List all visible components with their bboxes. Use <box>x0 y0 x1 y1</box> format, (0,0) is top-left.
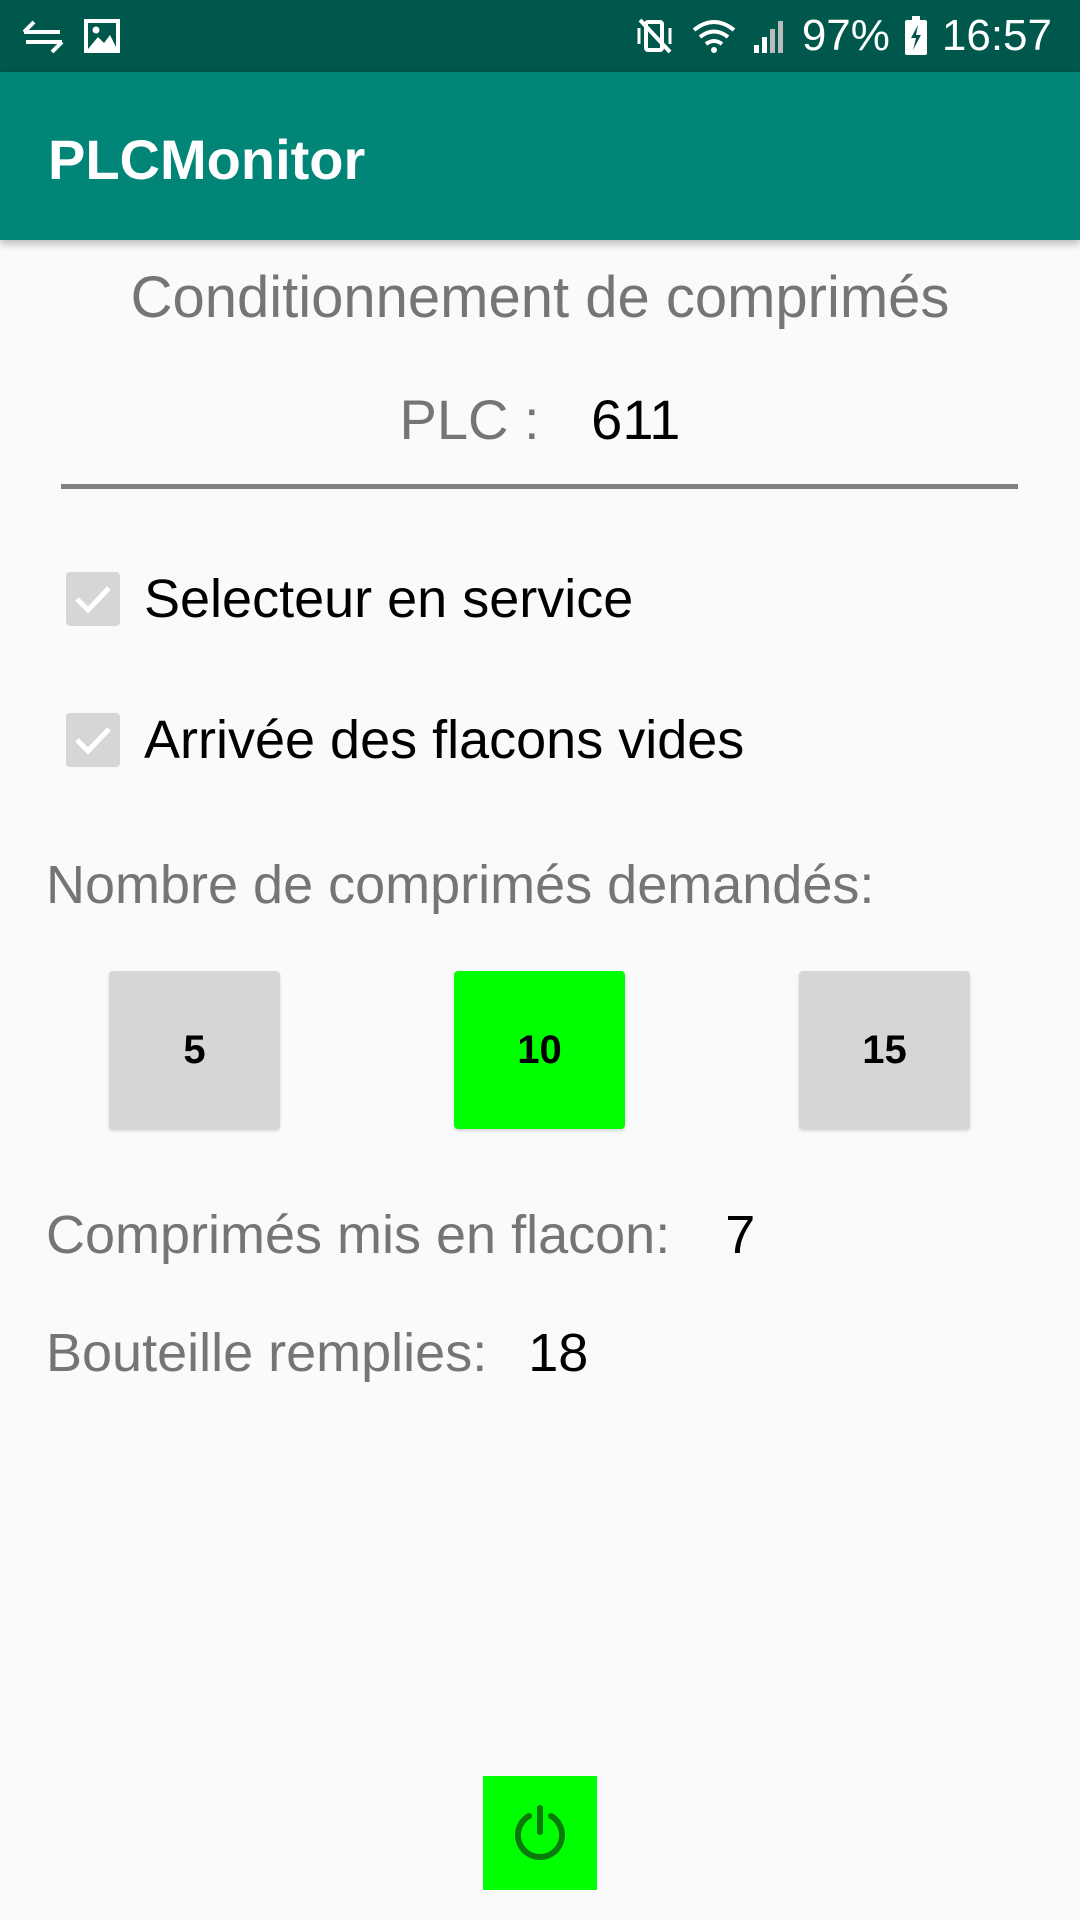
usb-transfer-icon <box>20 18 66 54</box>
image-icon <box>84 19 120 53</box>
divider <box>61 484 1018 489</box>
checkbox-selecteur[interactable] <box>66 572 120 626</box>
quantity-5-button[interactable]: 5 <box>109 971 280 1129</box>
plc-row: PLC : 611 <box>0 384 1080 456</box>
pills-filled-row: Comprimés mis en flacon: 7 <box>46 1200 755 1270</box>
bottles-filled-row: Bouteille remplies: 18 <box>46 1318 588 1388</box>
signal-icon <box>752 17 788 55</box>
bottles-filled-value: 18 <box>528 1323 589 1383</box>
battery-percent: 97% <box>801 11 890 60</box>
checkbox-selecteur-label: Selecteur en service <box>144 569 634 629</box>
vibrate-mute-icon <box>634 16 676 56</box>
checkbox-arrivee-label: Arrivée des flacons vides <box>144 710 745 770</box>
pills-filled-label: Comprimés mis en flacon: <box>46 1205 671 1265</box>
checkbox-arrivee-row[interactable]: Arrivée des flacons vides <box>66 710 744 770</box>
checkbox-selecteur-row[interactable]: Selecteur en service <box>66 569 633 629</box>
quantity-10-button[interactable]: 10 <box>454 971 625 1129</box>
app-title: PLCMonitor <box>48 128 366 191</box>
checkbox-arrivee[interactable] <box>66 713 120 767</box>
status-bar-right: 97% 16:57 <box>634 10 1052 62</box>
power-button[interactable] <box>483 1776 597 1890</box>
pills-filled-value: 7 <box>725 1205 756 1265</box>
bottles-filled-label: Bouteille remplies: <box>46 1323 488 1383</box>
checkmark-icon <box>75 586 111 614</box>
battery-charging-icon <box>904 16 928 56</box>
wifi-icon <box>690 16 738 56</box>
requested-count-label: Nombre de comprimés demandés: <box>46 855 875 915</box>
status-bar-left <box>20 14 120 58</box>
checkmark-icon <box>75 727 111 755</box>
app-bar: PLCMonitor <box>0 72 1080 240</box>
power-icon <box>515 1805 565 1861</box>
quantity-15-button[interactable]: 15 <box>799 971 970 1129</box>
plc-label: PLC : <box>399 388 540 451</box>
section-title: Conditionnement de comprimés <box>130 265 950 330</box>
status-bar: 97% 16:57 <box>0 0 1080 72</box>
clock: 16:57 <box>941 11 1052 60</box>
plc-value: 611 <box>591 388 681 451</box>
